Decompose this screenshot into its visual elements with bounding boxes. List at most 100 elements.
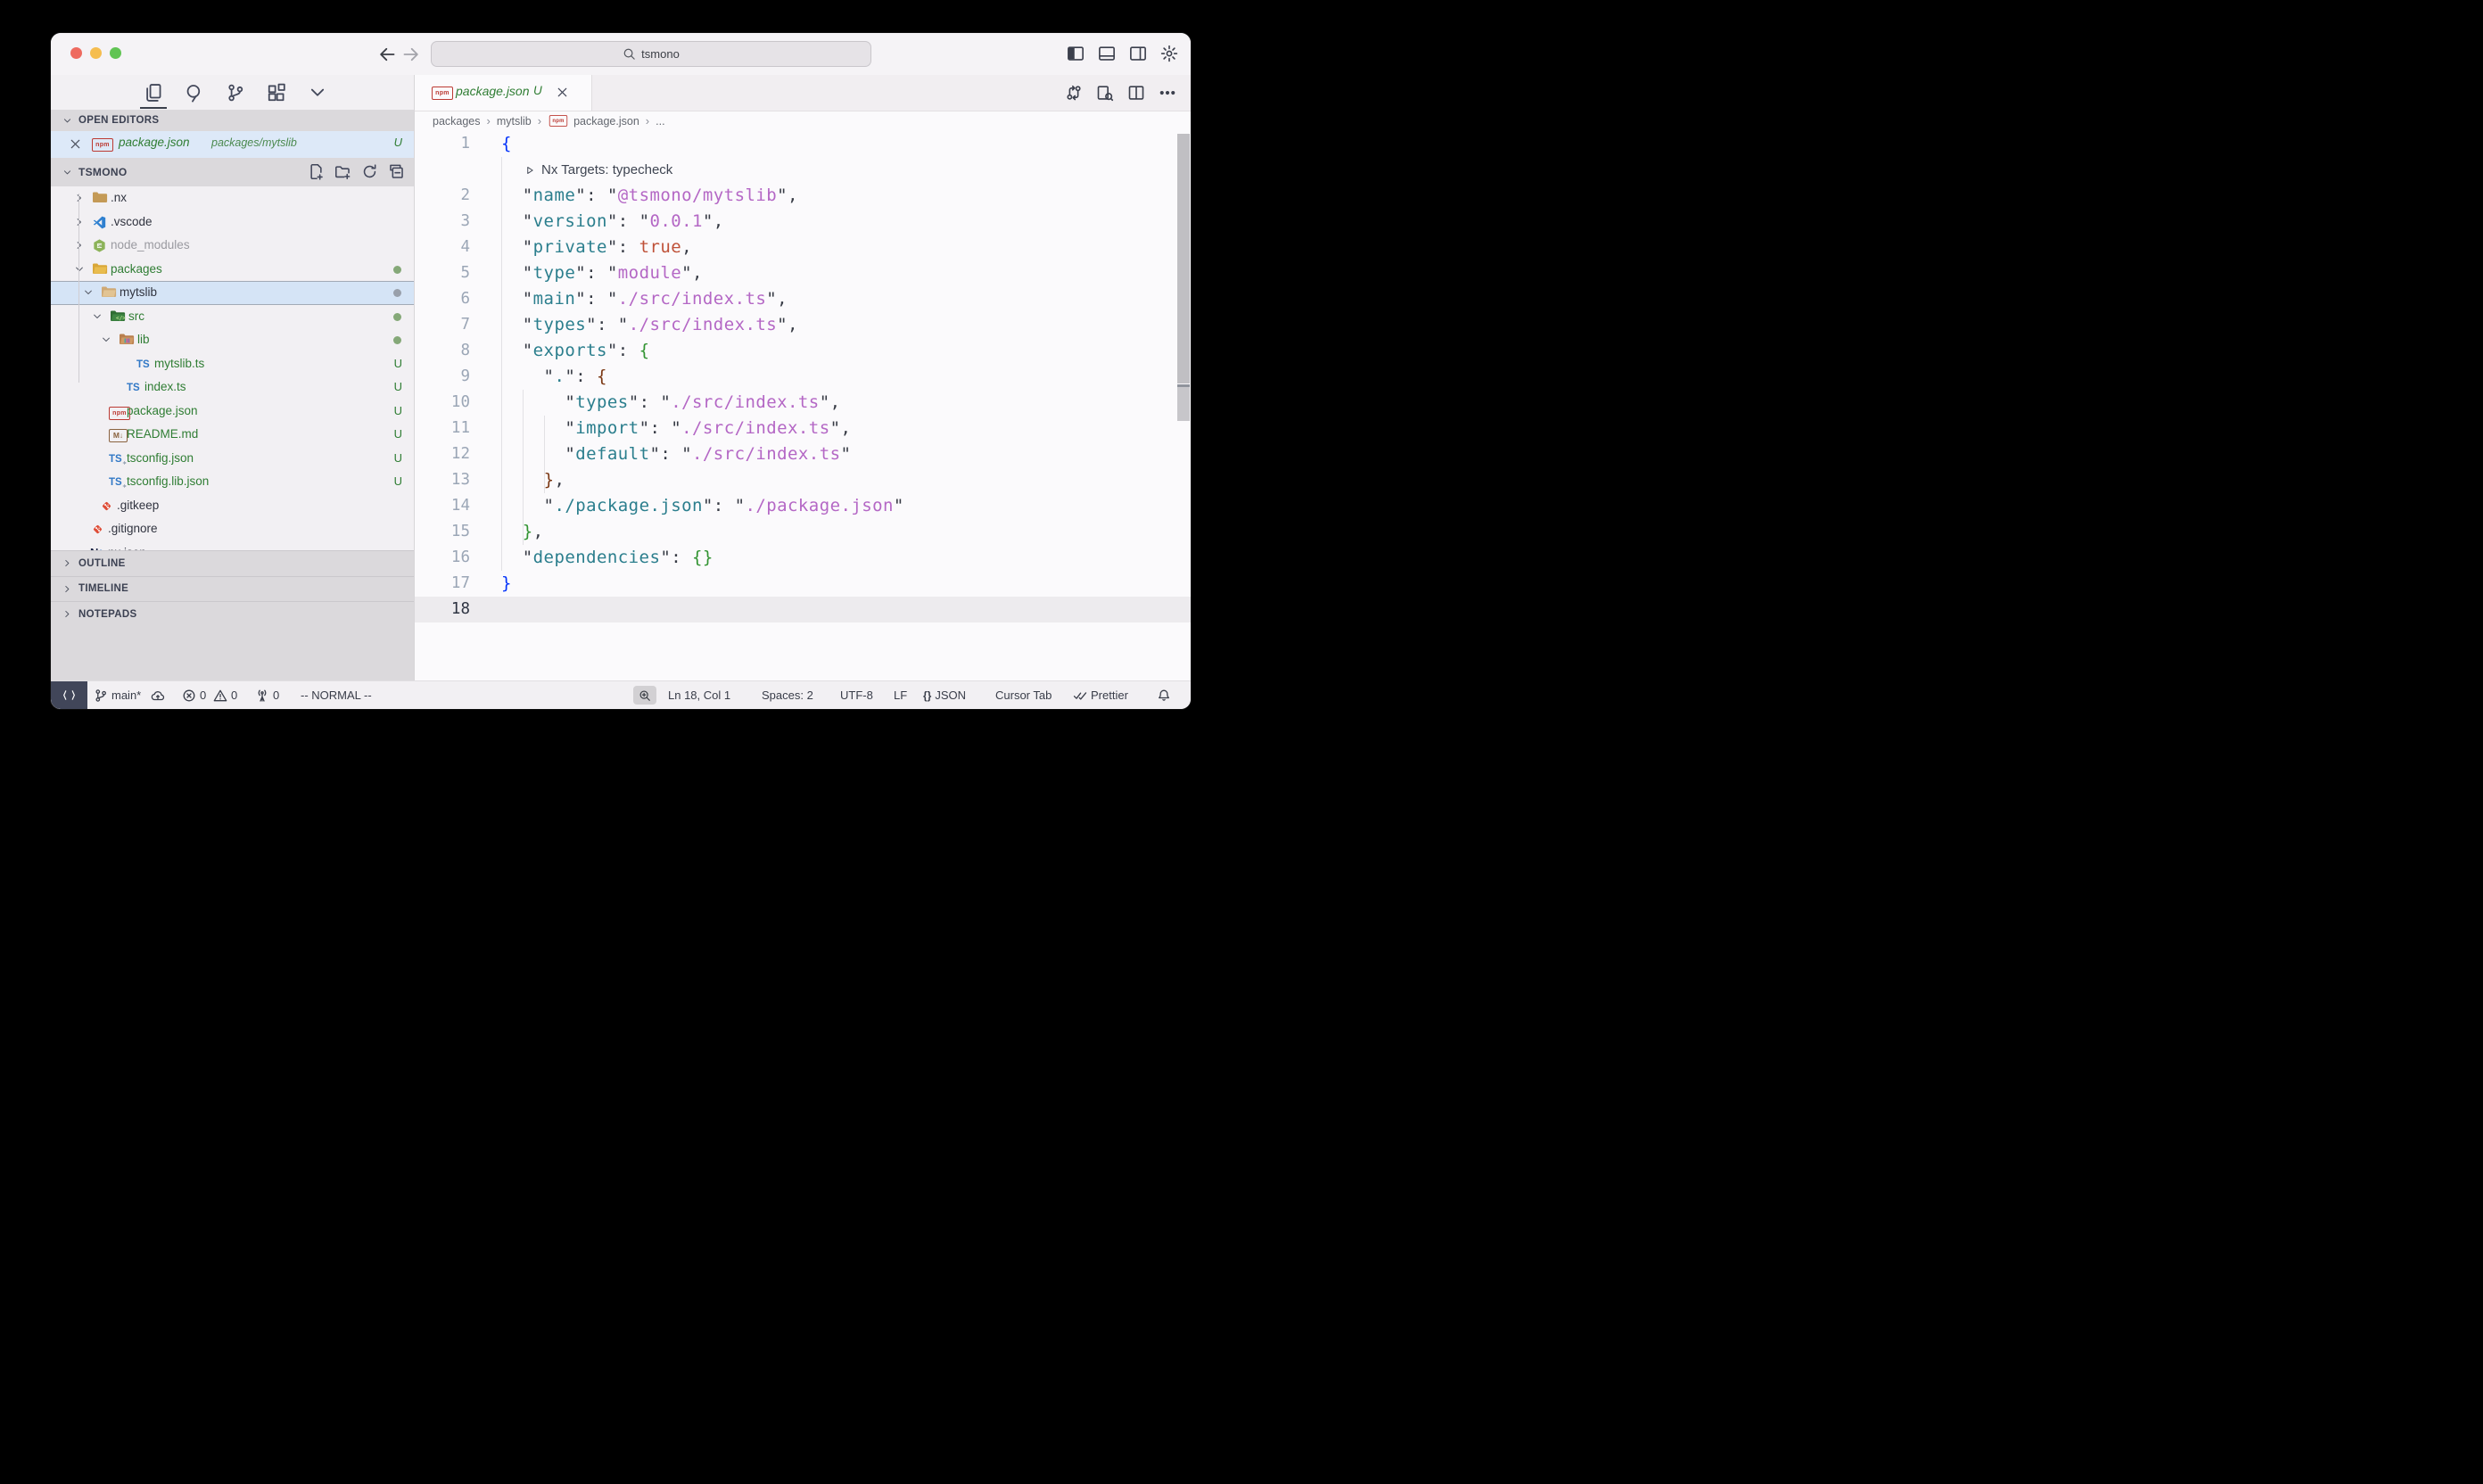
status-indentation[interactable]: Spaces: 2: [762, 681, 813, 709]
status-vim-mode[interactable]: -- NORMAL --: [301, 681, 372, 709]
code-line[interactable]: "default": "./src/index.ts": [501, 441, 851, 467]
code-line[interactable]: "main": "./src/index.ts",: [501, 286, 788, 312]
status-cursor-tab[interactable]: Cursor Tab: [995, 681, 1052, 709]
toggle-primary-sidebar-icon[interactable]: [1067, 45, 1085, 62]
toggle-panel-icon[interactable]: [1098, 45, 1116, 62]
open-preview-icon[interactable]: [1096, 84, 1114, 102]
compare-changes-icon[interactable]: [1065, 84, 1083, 102]
code-line[interactable]: "./package.json": "./package.json": [501, 493, 904, 519]
breadcrumb-item-mytslib[interactable]: mytslib: [497, 115, 532, 128]
tree-item-packages[interactable]: packages: [51, 258, 414, 282]
remote-indicator[interactable]: [51, 681, 87, 709]
code-line[interactable]: "type": "module",: [501, 260, 703, 286]
new-folder-icon[interactable]: [334, 163, 351, 180]
tree-item-label: tsconfig.lib.json: [127, 474, 209, 488]
code-line[interactable]: "types": "./src/index.ts",: [501, 390, 840, 416]
maximize-button[interactable]: [110, 47, 121, 59]
token-key: type: [533, 263, 576, 283]
code-line[interactable]: "private": true,: [501, 235, 692, 260]
navigate-back-icon[interactable]: [377, 45, 397, 64]
tree-item-node-modules[interactable]: JSnode_modules: [51, 234, 414, 258]
toggle-secondary-sidebar-icon[interactable]: [1129, 45, 1147, 62]
status-git-branch[interactable]: main*: [94, 681, 141, 709]
close-tab-icon[interactable]: [556, 86, 569, 99]
breadcrumb-item-packages[interactable]: packages: [433, 115, 481, 128]
open-editor-item[interactable]: npm package.json packages/mytslib U: [51, 131, 414, 158]
open-editors-header[interactable]: OPEN EDITORS: [51, 110, 414, 131]
titlebar[interactable]: tsmono: [51, 33, 1191, 75]
tree-item-tsconfig-json[interactable]: TStsconfig.jsonU: [51, 447, 414, 471]
explorer-section-header[interactable]: TSMONO: [51, 158, 414, 186]
tree-item-lib[interactable]: lib: [51, 328, 414, 352]
code-line[interactable]: }: [501, 571, 512, 597]
token-pun: ",: [681, 263, 703, 283]
tree-item-tsconfig-lib-json[interactable]: TStsconfig.lib.jsonU: [51, 470, 414, 494]
tree-item-mytslib-ts[interactable]: TSmytslib.tsU: [51, 352, 414, 376]
breadcrumb-item--[interactable]: ...: [656, 115, 664, 128]
command-center-search[interactable]: tsmono: [431, 41, 871, 67]
activity-explorer-icon[interactable]: [144, 83, 163, 103]
status-cursor-position[interactable]: Ln 18, Col 1: [668, 681, 730, 709]
code-line[interactable]: "name": "@tsmono/mytslib",: [501, 183, 798, 209]
tower-icon: [255, 688, 269, 703]
status-eol-sequence[interactable]: LF: [894, 681, 907, 709]
settings-gear-icon[interactable]: [1160, 45, 1178, 62]
split-editor-icon[interactable]: [1127, 84, 1145, 102]
status-notifications[interactable]: [1157, 681, 1171, 709]
sidebar-section-outline[interactable]: OUTLINE: [51, 550, 414, 576]
navigate-forward-icon[interactable]: [401, 45, 421, 64]
tree-item-mytslib[interactable]: mytslib: [51, 281, 414, 305]
token-pun: ":: [660, 548, 692, 567]
code-line[interactable]: ".": {: [501, 364, 607, 390]
tree-item-src[interactable]: </>src: [51, 305, 414, 329]
tree-item--nx[interactable]: .nx: [51, 186, 414, 210]
status-errors[interactable]: 0: [182, 681, 206, 709]
status-warnings[interactable]: 0: [213, 681, 237, 709]
new-file-icon[interactable]: [308, 163, 325, 180]
code-line[interactable]: "version": "0.0.1",: [501, 209, 724, 235]
token-pun: ",: [777, 186, 798, 205]
token-str: ./src/index.ts: [671, 392, 819, 412]
breadcrumb-item-package-json[interactable]: npmpackage.json: [548, 114, 639, 128]
tree-item-package-json[interactable]: npmpackage.jsonU: [51, 400, 414, 424]
nx-targets-codelens[interactable]: Nx Targets: typecheck: [524, 157, 672, 183]
status-publish-changes[interactable]: [151, 681, 165, 709]
close-button[interactable]: [70, 47, 82, 59]
activity-search-icon[interactable]: [185, 83, 204, 103]
tab-package-json[interactable]: npm package.json U: [415, 75, 592, 111]
refresh-explorer-icon[interactable]: [361, 163, 378, 180]
close-editor-icon[interactable]: [69, 137, 82, 151]
line-number: 13: [415, 467, 470, 493]
code-line[interactable]: "dependencies": {}: [501, 545, 714, 571]
minimize-button[interactable]: [90, 47, 102, 59]
scrollbar-thumb[interactable]: [1177, 134, 1190, 383]
chevron-right-icon: [74, 193, 85, 203]
tree-item--gitignore[interactable]: .gitignore: [51, 517, 414, 541]
tree-item-index-ts[interactable]: TSindex.tsU: [51, 375, 414, 400]
activity-extensions-icon[interactable]: [267, 83, 286, 103]
code-line[interactable]: "exports": {: [501, 338, 649, 364]
activity-source-control-icon[interactable]: [226, 83, 245, 103]
sidebar-section-timeline[interactable]: TIMELINE: [51, 576, 414, 602]
tree-item--gitkeep[interactable]: .gitkeep: [51, 494, 414, 518]
activity-more-views-dropdown-icon[interactable]: [308, 83, 327, 103]
zoom-indicator[interactable]: [633, 686, 656, 705]
token-pun: ": ": [639, 418, 682, 438]
code-line[interactable]: },: [501, 467, 565, 493]
tree-item--vscode[interactable]: .vscode: [51, 210, 414, 235]
code-line[interactable]: "import": "./src/index.ts",: [501, 416, 851, 441]
token-key: .: [554, 367, 565, 386]
code-line[interactable]: {: [501, 131, 512, 157]
status-language-mode[interactable]: {}JSON: [923, 681, 966, 709]
tree-item-readme-md[interactable]: M↓README.mdU: [51, 423, 414, 447]
sidebar-section-notepads[interactable]: NOTEPADS: [51, 601, 414, 627]
status-formatter[interactable]: Prettier: [1073, 681, 1128, 709]
token-pun: ": ": [586, 315, 629, 334]
code-line[interactable]: "types": "./src/index.ts",: [501, 312, 798, 338]
more-actions-icon[interactable]: [1159, 84, 1176, 102]
code-line[interactable]: },: [501, 519, 544, 545]
code-editor[interactable]: 1{Nx Targets: typecheck2 "name": "@tsmon…: [415, 131, 1191, 681]
collapse-folders-icon[interactable]: [388, 163, 405, 180]
status-encoding[interactable]: UTF-8: [840, 681, 873, 709]
status-ports[interactable]: 0: [255, 681, 279, 709]
